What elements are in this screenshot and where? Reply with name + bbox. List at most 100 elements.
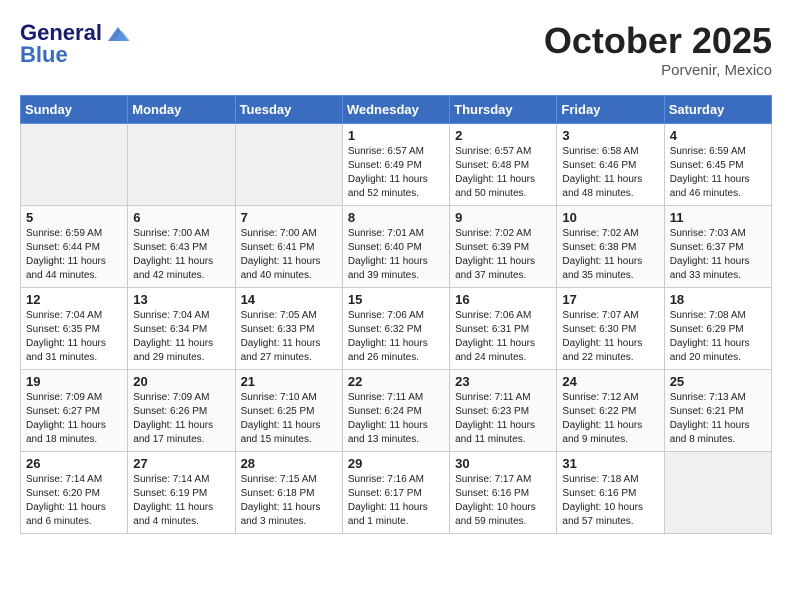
calendar-cell: [235, 124, 342, 206]
calendar-table: SundayMondayTuesdayWednesdayThursdayFrid…: [20, 95, 772, 534]
day-number: 3: [562, 128, 658, 143]
day-info: Sunrise: 7:00 AM Sunset: 6:43 PM Dayligh…: [133, 227, 229, 283]
day-number: 15: [348, 292, 444, 307]
calendar-cell: 3 Sunrise: 6:58 AM Sunset: 6:46 PM Daylig…: [557, 124, 664, 206]
day-info: Sunrise: 7:09 AM Sunset: 6:26 PM Dayligh…: [133, 391, 229, 447]
day-number: 1: [348, 128, 444, 143]
day-info: Sunrise: 7:18 AM Sunset: 6:16 PM Dayligh…: [562, 473, 658, 529]
day-number: 30: [455, 456, 551, 471]
day-info: Sunrise: 7:06 AM Sunset: 6:31 PM Dayligh…: [455, 309, 551, 365]
calendar-cell: 9Sunrise: 7:02 AM Sunset: 6:39 PM Daylig…: [450, 206, 557, 288]
column-header-friday: Friday: [557, 96, 664, 124]
day-number: 22: [348, 374, 444, 389]
calendar-cell: 25 Sunrise: 7:13 AM Sunset: 6:21 PM Dayli…: [664, 370, 771, 452]
day-number: 27: [133, 456, 229, 471]
day-info: Sunrise: 7:08 AM Sunset: 6:29 PM Dayligh…: [670, 309, 766, 365]
logo: General Blue: [20, 20, 132, 68]
calendar-cell: 19 Sunrise: 7:09 AM Sunset: 6:27 PM Dayli…: [21, 370, 128, 452]
column-header-wednesday: Wednesday: [342, 96, 449, 124]
calendar-week-row: 26Sunrise: 7:14 AM Sunset: 6:20 PM Dayli…: [21, 452, 772, 534]
day-info: Sunrise: 6:59 AM Sunset: 6:44 PM Dayligh…: [26, 227, 122, 283]
day-info: Sunrise: 6:58 AM Sunset: 6:46 PM Dayligh…: [562, 145, 658, 201]
day-info: Sunrise: 6:57 AM Sunset: 6:48 PM Dayligh…: [455, 145, 551, 201]
day-number: 16: [455, 292, 551, 307]
day-info: Sunrise: 7:15 AM Sunset: 6:18 PM Dayligh…: [241, 473, 337, 529]
calendar-cell: 28 Sunrise: 7:15 AM Sunset: 6:18 PM Dayli…: [235, 452, 342, 534]
day-number: 24: [562, 374, 658, 389]
calendar-cell: 18 Sunrise: 7:08 AM Sunset: 6:29 PM Dayli…: [664, 288, 771, 370]
day-info: Sunrise: 7:03 AM Sunset: 6:37 PM Dayligh…: [670, 227, 766, 283]
calendar-week-row: 1 Sunrise: 6:57 AM Sunset: 6:49 PM Daylig…: [21, 124, 772, 206]
calendar-cell: 31Sunrise: 7:18 AM Sunset: 6:16 PM Dayli…: [557, 452, 664, 534]
month-title: October 2025: [544, 20, 772, 62]
day-info: Sunrise: 7:01 AM Sunset: 6:40 PM Dayligh…: [348, 227, 444, 283]
day-info: Sunrise: 7:11 AM Sunset: 6:24 PM Dayligh…: [348, 391, 444, 447]
day-number: 23: [455, 374, 551, 389]
day-info: Sunrise: 7:14 AM Sunset: 6:19 PM Dayligh…: [133, 473, 229, 529]
day-number: 21: [241, 374, 337, 389]
calendar-cell: 15 Sunrise: 7:06 AM Sunset: 6:32 PM Dayli…: [342, 288, 449, 370]
day-info: Sunrise: 7:04 AM Sunset: 6:35 PM Dayligh…: [26, 309, 122, 365]
day-number: 2: [455, 128, 551, 143]
location-subtitle: Porvenir, Mexico: [544, 62, 772, 79]
day-info: Sunrise: 7:06 AM Sunset: 6:32 PM Dayligh…: [348, 309, 444, 365]
calendar-cell: 16 Sunrise: 7:06 AM Sunset: 6:31 PM Dayli…: [450, 288, 557, 370]
day-info: Sunrise: 7:02 AM Sunset: 6:38 PM Dayligh…: [562, 227, 658, 283]
day-number: 6: [133, 210, 229, 225]
day-number: 10: [562, 210, 658, 225]
calendar-week-row: 19 Sunrise: 7:09 AM Sunset: 6:27 PM Dayli…: [21, 370, 772, 452]
day-info: Sunrise: 7:14 AM Sunset: 6:20 PM Dayligh…: [26, 473, 122, 529]
day-number: 25: [670, 374, 766, 389]
logo-icon: [104, 23, 132, 43]
day-info: Sunrise: 6:57 AM Sunset: 6:49 PM Dayligh…: [348, 145, 444, 201]
day-info: Sunrise: 7:11 AM Sunset: 6:23 PM Dayligh…: [455, 391, 551, 447]
day-info: Sunrise: 7:09 AM Sunset: 6:27 PM Dayligh…: [26, 391, 122, 447]
column-header-tuesday: Tuesday: [235, 96, 342, 124]
day-info: Sunrise: 7:16 AM Sunset: 6:17 PM Dayligh…: [348, 473, 444, 529]
day-number: 18: [670, 292, 766, 307]
column-header-thursday: Thursday: [450, 96, 557, 124]
day-number: 5: [26, 210, 122, 225]
page-header: General Blue October 2025 Porvenir, Mexi…: [20, 20, 772, 79]
day-number: 13: [133, 292, 229, 307]
logo-blue: Blue: [20, 42, 68, 68]
column-header-saturday: Saturday: [664, 96, 771, 124]
day-number: 19: [26, 374, 122, 389]
calendar-cell: [128, 124, 235, 206]
day-info: Sunrise: 7:00 AM Sunset: 6:41 PM Dayligh…: [241, 227, 337, 283]
calendar-week-row: 5 Sunrise: 6:59 AM Sunset: 6:44 PM Daylig…: [21, 206, 772, 288]
day-number: 4: [670, 128, 766, 143]
day-info: Sunrise: 7:13 AM Sunset: 6:21 PM Dayligh…: [670, 391, 766, 447]
day-number: 17: [562, 292, 658, 307]
day-number: 11: [670, 210, 766, 225]
day-number: 29: [348, 456, 444, 471]
calendar-cell: 5 Sunrise: 6:59 AM Sunset: 6:44 PM Daylig…: [21, 206, 128, 288]
day-info: Sunrise: 7:05 AM Sunset: 6:33 PM Dayligh…: [241, 309, 337, 365]
day-number: 28: [241, 456, 337, 471]
calendar-cell: 20 Sunrise: 7:09 AM Sunset: 6:26 PM Dayli…: [128, 370, 235, 452]
column-header-sunday: Sunday: [21, 96, 128, 124]
calendar-cell: [664, 452, 771, 534]
calendar-cell: 29 Sunrise: 7:16 AM Sunset: 6:17 PM Dayli…: [342, 452, 449, 534]
day-number: 20: [133, 374, 229, 389]
day-number: 12: [26, 292, 122, 307]
day-info: Sunrise: 6:59 AM Sunset: 6:45 PM Dayligh…: [670, 145, 766, 201]
calendar-cell: 27 Sunrise: 7:14 AM Sunset: 6:19 PM Dayli…: [128, 452, 235, 534]
calendar-cell: 26Sunrise: 7:14 AM Sunset: 6:20 PM Dayli…: [21, 452, 128, 534]
calendar-cell: 7 Sunrise: 7:00 AM Sunset: 6:41 PM Daylig…: [235, 206, 342, 288]
day-number: 9: [455, 210, 551, 225]
calendar-cell: 14Sunrise: 7:05 AM Sunset: 6:33 PM Dayli…: [235, 288, 342, 370]
calendar-cell: 17 Sunrise: 7:07 AM Sunset: 6:30 PM Dayli…: [557, 288, 664, 370]
day-info: Sunrise: 7:10 AM Sunset: 6:25 PM Dayligh…: [241, 391, 337, 447]
day-info: Sunrise: 7:17 AM Sunset: 6:16 PM Dayligh…: [455, 473, 551, 529]
calendar-cell: 24Sunrise: 7:12 AM Sunset: 6:22 PM Dayli…: [557, 370, 664, 452]
calendar-cell: 22 Sunrise: 7:11 AM Sunset: 6:24 PM Dayli…: [342, 370, 449, 452]
day-number: 7: [241, 210, 337, 225]
day-info: Sunrise: 7:07 AM Sunset: 6:30 PM Dayligh…: [562, 309, 658, 365]
calendar-cell: 12 Sunrise: 7:04 AM Sunset: 6:35 PM Dayli…: [21, 288, 128, 370]
calendar-cell: 23 Sunrise: 7:11 AM Sunset: 6:23 PM Dayli…: [450, 370, 557, 452]
calendar-cell: 8Sunrise: 7:01 AM Sunset: 6:40 PM Daylig…: [342, 206, 449, 288]
calendar-cell: 30 Sunrise: 7:17 AM Sunset: 6:16 PM Dayli…: [450, 452, 557, 534]
calendar-cell: 4 Sunrise: 6:59 AM Sunset: 6:45 PM Daylig…: [664, 124, 771, 206]
calendar-cell: [21, 124, 128, 206]
